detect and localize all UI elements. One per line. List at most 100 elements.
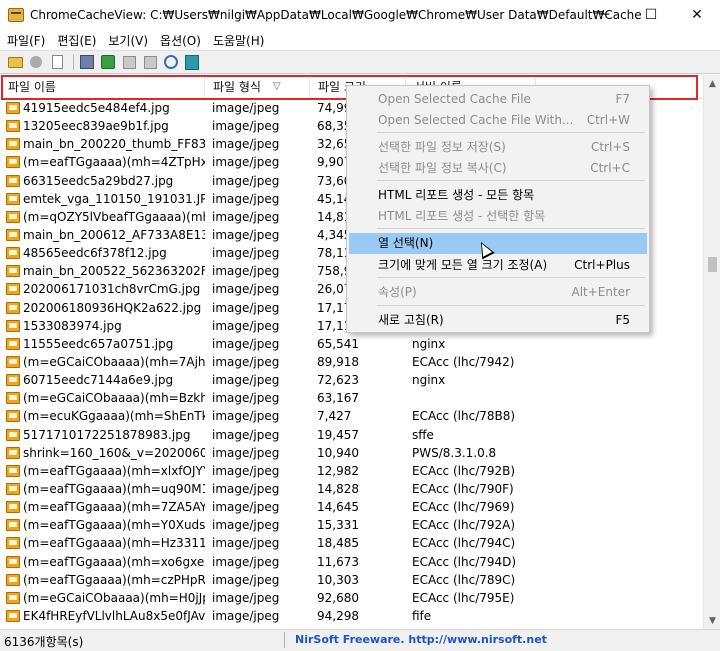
- cell-filename: 11555eedc657a0751.jpg: [23, 336, 174, 351]
- cell-filesize: 15,331: [317, 518, 359, 533]
- cell-filetype: image/jpeg: [212, 227, 280, 242]
- report-icon[interactable]: [141, 53, 159, 71]
- table-row[interactable]: (m=eafTGgaaaa)(mh=xlxfOJYYL6... image/jpe…: [0, 462, 703, 480]
- image-file-icon: [6, 591, 20, 604]
- cell-filetype: image/jpeg: [212, 101, 280, 115]
- menu-bar: 파일(F) 편집(E) 보기(V) 옵션(O) 도움말(H): [0, 30, 720, 50]
- cell-filename: 202006180936HQK2a622.jpg: [23, 300, 202, 315]
- context-menu-item[interactable]: 선택한 파일 정보 복사(C) Ctrl+C: [349, 158, 647, 179]
- table-row[interactable]: (m=ecuKGgaaaa)(mh=ShEnTkB4j... image/jpeg…: [0, 407, 703, 425]
- table-row[interactable]: (m=eafTGgaaaa)(mh=Hz3311nRv... image/jpeg…: [0, 534, 703, 552]
- cell-server: ECAcc (lhc/792A): [412, 518, 516, 533]
- menu-options[interactable]: 옵션(O): [155, 32, 206, 49]
- menu-item-shortcut: Alt+Enter: [571, 285, 630, 299]
- context-menu-item[interactable]: 선택한 파일 정보 저장(S) Ctrl+S: [349, 137, 647, 158]
- context-menu-item[interactable]: 열 선택(N): [349, 233, 647, 254]
- context-menu-item[interactable]: Open Selected Cache File With... Ctrl+W: [349, 110, 647, 131]
- table-row[interactable]: (m=eafTGgaaaa)(mh=czPHpR949... image/jpeg…: [0, 571, 703, 589]
- scroll-down-icon[interactable]: ▼: [704, 612, 720, 629]
- menu-item-label: 열 선택(N): [378, 236, 434, 250]
- cell-filename: 60715eedc7144a6e9.jpg: [23, 373, 174, 388]
- cell-filetype: image/jpeg: [212, 481, 280, 496]
- table-row[interactable]: EK4fHREyfVLlvlhLAu8x5e0fJAvPR... image/jp…: [0, 607, 703, 625]
- cell-filename: shrink=160_160&_v=202006041...: [23, 445, 205, 460]
- image-file-icon: [6, 319, 20, 332]
- cell-filetype: image/jpeg: [212, 536, 280, 551]
- table-row[interactable]: 5171710172251878983.jpg image/jpeg 19,457 s…: [0, 426, 703, 444]
- cell-filename: 13205eec839ae9b1f.jpg: [23, 119, 169, 134]
- menu-item-label: 선택한 파일 정보 복사(C): [378, 161, 507, 175]
- cell-filetype: image/jpeg: [212, 282, 280, 297]
- nirsoft-link[interactable]: NirSoft Freeware. http://www.nirsoft.net: [295, 633, 547, 646]
- exit-icon[interactable]: [183, 53, 201, 71]
- menu-separator: [377, 132, 645, 133]
- minimize-button[interactable]: ─: [582, 0, 628, 30]
- context-menu-item[interactable]: HTML 리포트 생성 - 선택한 항목: [349, 206, 647, 227]
- cell-filesize: 10,303: [317, 572, 359, 587]
- cell-filename: 202006171031ch8vrCmG.jpg: [23, 282, 201, 297]
- context-menu-item[interactable]: 새로 고침(R) F5: [349, 310, 647, 331]
- table-row[interactable]: shrink=160_160&_v=202006041... image/jpeg…: [0, 444, 703, 462]
- menu-file[interactable]: 파일(F): [2, 32, 50, 49]
- menu-item-shortcut: F5: [615, 313, 630, 327]
- cell-filetype: image/jpeg: [212, 608, 280, 623]
- table-row[interactable]: (m=eGCaiCObaaaa)(mh=Bzkhyl6... image/jpeg…: [0, 389, 703, 407]
- scroll-thumb[interactable]: [708, 257, 717, 272]
- table-row[interactable]: 60715eedc7144a6e9.jpg image/jpeg 72,623 ngi…: [0, 371, 703, 389]
- open-folder-icon[interactable]: [6, 53, 24, 71]
- refresh-icon[interactable]: [99, 53, 117, 71]
- cell-filesize: 89,918: [317, 354, 359, 369]
- cell-server: ECAcc (lhc/794D): [412, 554, 517, 569]
- cell-filename: (m=eafTGgaaaa)(mh=xlxfOJYYL6...: [23, 463, 205, 478]
- table-row[interactable]: (m=eafTGgaaaa)(mh=xo6gxeCxlk... image/jpe…: [0, 553, 703, 571]
- cell-filetype: image/jpeg: [212, 191, 280, 206]
- image-file-icon: [6, 501, 20, 514]
- cell-filename: (m=eafTGgaaaa)(mh=Y0Xudsc0L...: [23, 518, 205, 533]
- scroll-up-icon[interactable]: ▲: [704, 75, 720, 92]
- table-row[interactable]: (m=eGCaiCObaaaa)(mh=7Ajhsm... image/jpeg 8…: [0, 353, 703, 371]
- cell-filesize: 11,673: [317, 554, 359, 569]
- context-menu-item[interactable]: 속성(P) Alt+Enter: [349, 282, 647, 303]
- menu-item-shortcut: Ctrl+Plus: [574, 258, 630, 272]
- vertical-scrollbar[interactable]: ▲ ▼: [703, 75, 720, 629]
- table-row[interactable]: (m=eafTGgaaaa)(mh=7ZA5AYh4... image/jpeg 1…: [0, 498, 703, 516]
- cell-server: ECAcc (lhc/7942): [412, 354, 515, 369]
- image-file-icon: [6, 192, 20, 205]
- table-row[interactable]: (m=eGCaiCObaaaa)(mh=H0jJpJh... image/jpeg…: [0, 589, 703, 607]
- cell-server: fife: [412, 608, 432, 623]
- table-row[interactable]: (m=eafTGgaaaa)(mh=uq90M1eX... image/jpeg 1…: [0, 480, 703, 498]
- maximize-button[interactable]: ☐: [628, 0, 674, 30]
- stop-icon[interactable]: [27, 53, 45, 71]
- find-icon[interactable]: [162, 53, 180, 71]
- context-menu-item[interactable]: HTML 리포트 생성 - 모든 항목: [349, 185, 647, 206]
- app-icon: [8, 8, 24, 22]
- menu-view[interactable]: 보기(V): [103, 32, 153, 49]
- image-file-icon: [6, 247, 20, 260]
- cell-server: ECAcc (lhc/794C): [412, 536, 516, 551]
- close-button[interactable]: ✕: [674, 0, 720, 30]
- copy-icon[interactable]: [48, 53, 66, 71]
- context-menu-item[interactable]: Open Selected Cache File F7: [349, 89, 647, 110]
- cell-filetype: image/jpeg: [212, 463, 280, 478]
- cell-filetype: image/jpeg: [212, 336, 280, 351]
- cell-filesize: 14,828: [317, 481, 359, 496]
- menu-help[interactable]: 도움말(H): [208, 32, 270, 49]
- table-row[interactable]: 11555eedc657a0751.jpg image/jpeg 65,541 ngi…: [0, 335, 703, 353]
- image-file-icon: [6, 174, 20, 187]
- cell-filename: (m=ecuKGgaaaa)(mh=ShEnTkB4j...: [23, 409, 205, 424]
- cell-server: ECAcc (lhc/78B8): [412, 409, 516, 424]
- context-menu-item[interactable]: 크기에 맞게 모든 열 크기 조정(A) Ctrl+Plus: [349, 255, 647, 276]
- menu-edit[interactable]: 편집(E): [52, 32, 101, 49]
- save-icon[interactable]: [78, 53, 96, 71]
- properties-icon[interactable]: [120, 53, 138, 71]
- cell-filename: main_bn_200220_thumb_FF8321...: [23, 137, 205, 152]
- cell-filetype: image/jpeg: [212, 572, 280, 587]
- image-file-icon: [6, 428, 20, 441]
- image-file-icon: [6, 228, 20, 241]
- table-row[interactable]: (m=eafTGgaaaa)(mh=Y0Xudsc0L... image/jpeg…: [0, 516, 703, 534]
- status-bar: 6136개항목(s) NirSoft Freeware. http://www.…: [0, 629, 720, 651]
- cell-filetype: image/jpeg: [212, 173, 280, 188]
- menu-item-label: 속성(P): [378, 285, 417, 299]
- cell-server: sffe: [412, 427, 434, 442]
- menu-item-label: 새로 고침(R): [378, 313, 444, 327]
